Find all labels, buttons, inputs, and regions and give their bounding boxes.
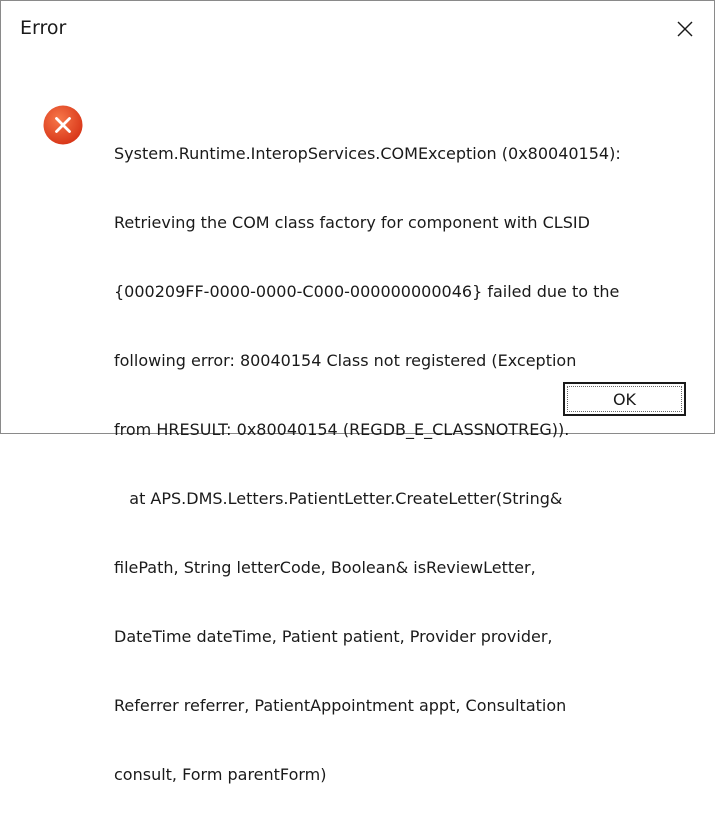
error-message: System.Runtime.InteropServices.COMExcept…	[114, 96, 674, 832]
ok-button-label: OK	[567, 386, 682, 412]
close-button[interactable]	[656, 1, 714, 57]
window-title: Error	[20, 17, 67, 39]
message-line: consult, Form parentForm)	[114, 765, 327, 784]
message-line: filePath, String letterCode, Boolean& is…	[114, 558, 536, 577]
error-icon	[43, 105, 83, 145]
message-line: System.Runtime.InteropServices.COMExcept…	[114, 144, 621, 163]
error-dialog: Error System.Runtime.InteropServices.COM…	[0, 0, 715, 784]
message-line: {000209FF-0000-0000-C000-000000000046} f…	[114, 282, 620, 301]
message-line: Retrieving the COM class factory for com…	[114, 213, 590, 232]
ok-button[interactable]: OK	[563, 382, 686, 416]
message-line: from HRESULT: 0x80040154 (REGDB_E_CLASSN…	[114, 420, 570, 439]
close-icon	[677, 21, 693, 37]
title-bar[interactable]: Error	[1, 1, 714, 57]
message-line: following error: 80040154 Class not regi…	[114, 351, 577, 370]
dialog-content: System.Runtime.InteropServices.COMExcept…	[1, 57, 714, 784]
message-line: at APS.DMS.Letters.PatientLetter.CreateL…	[114, 489, 563, 508]
message-line: DateTime dateTime, Patient patient, Prov…	[114, 627, 553, 646]
message-line: Referrer referrer, PatientAppointment ap…	[114, 696, 567, 715]
